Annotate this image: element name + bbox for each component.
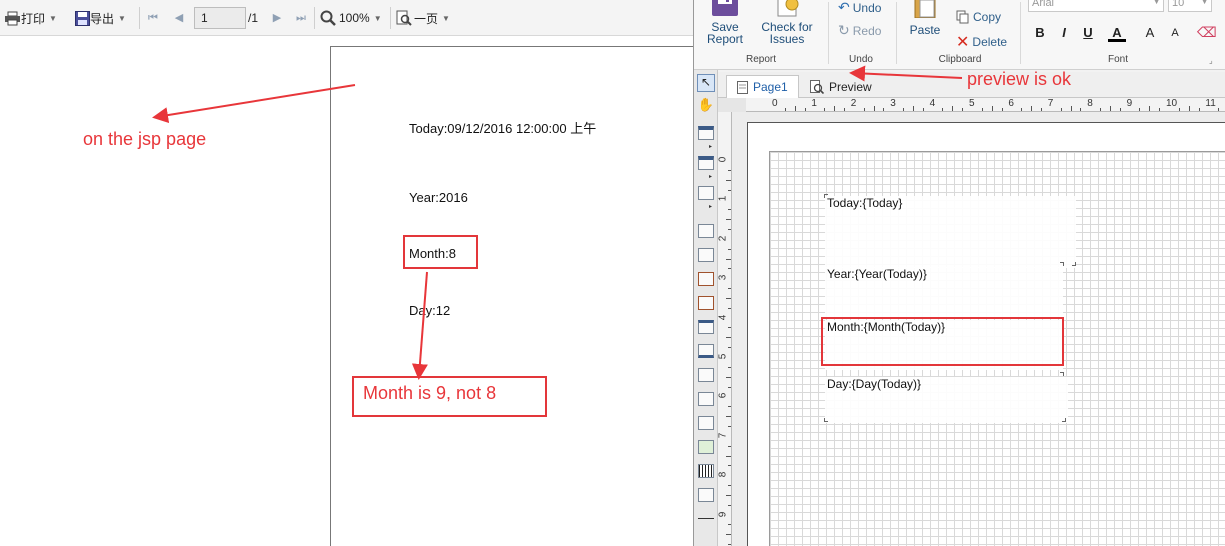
arrow-to-month-error — [411, 271, 428, 380]
annotation-arrows — [152, 65, 963, 380]
arrow-to-preview-tab — [849, 65, 963, 82]
arrow-to-jsp-note — [152, 84, 356, 123]
